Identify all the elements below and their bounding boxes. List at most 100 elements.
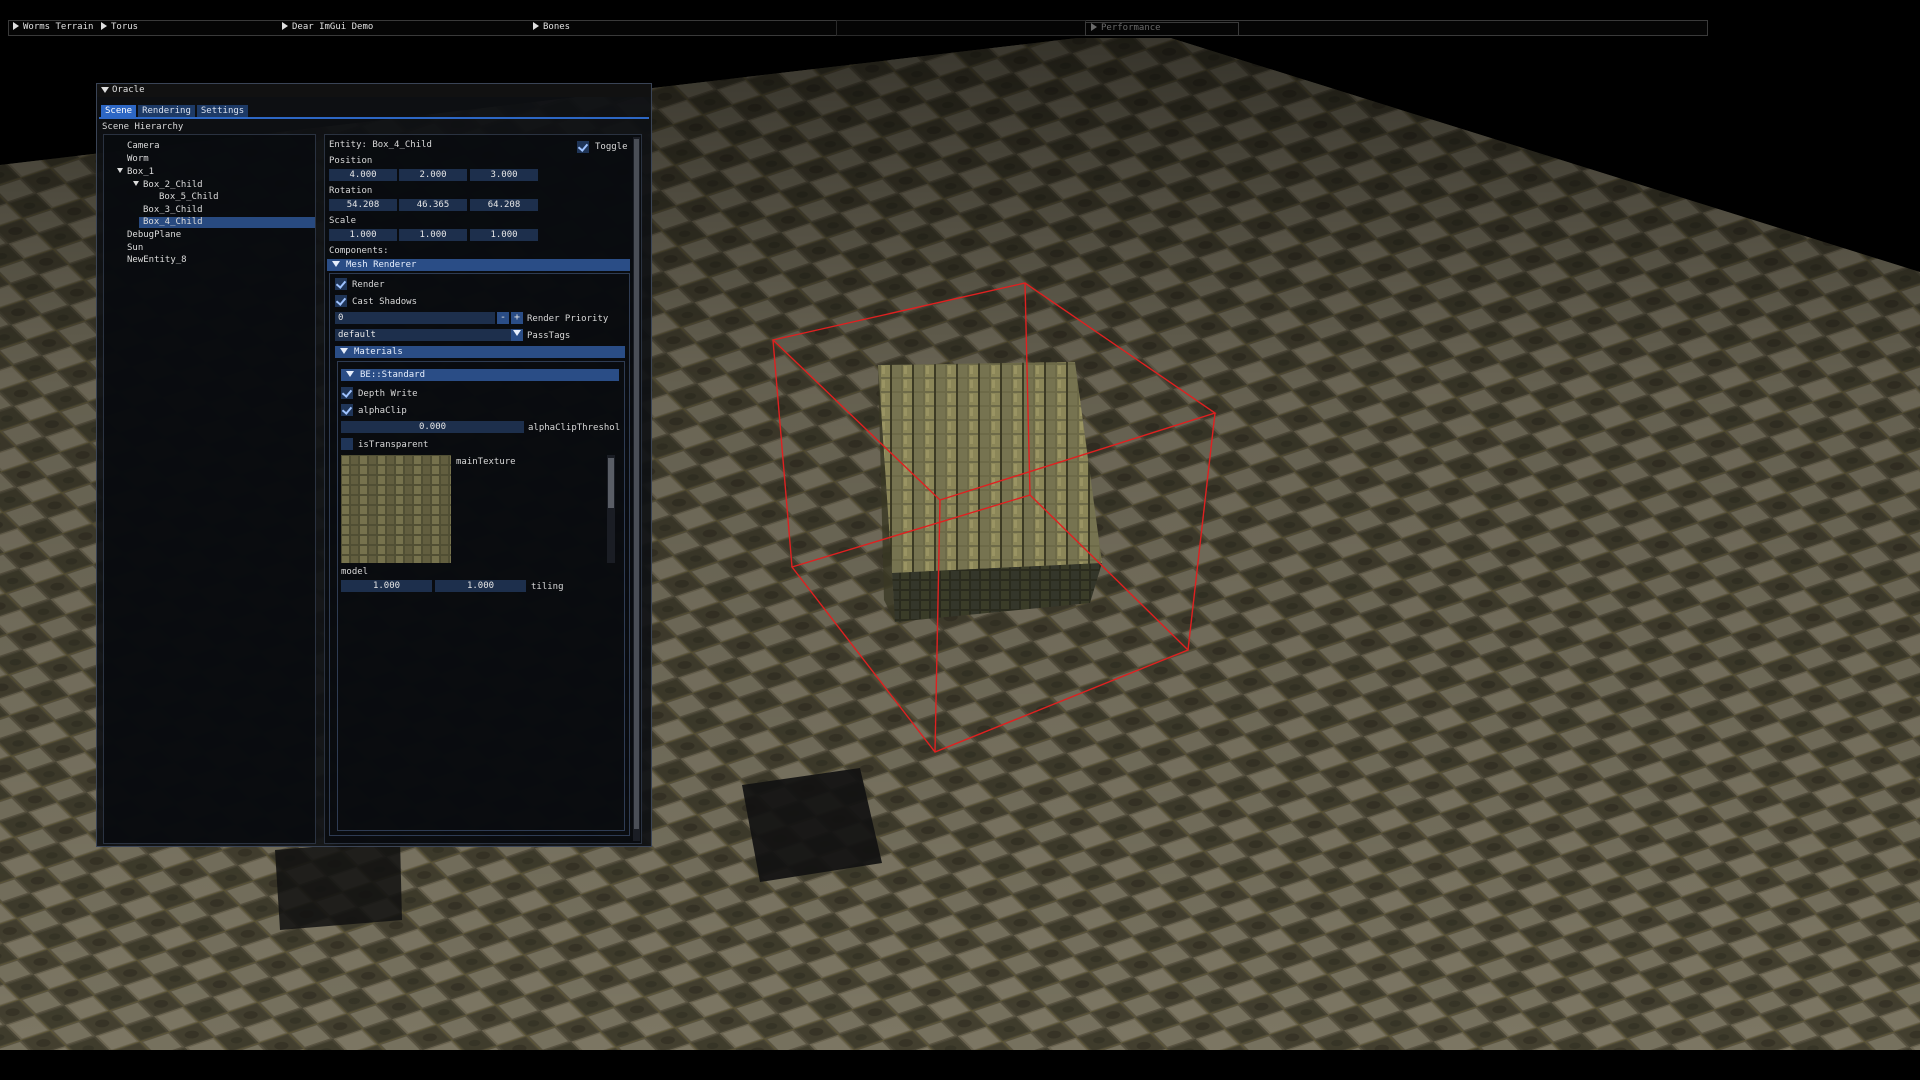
position-y-field[interactable]: 2.000 [399, 169, 467, 181]
window-title: Oracle [112, 85, 145, 95]
scale-z-field[interactable]: 1.000 [470, 229, 538, 241]
hierarchy-item-sun[interactable]: Sun [127, 243, 143, 254]
pass-tags-dropdown-arrow[interactable] [511, 329, 523, 341]
collapse-arrow-icon [340, 348, 348, 354]
components-label: Components: [329, 246, 389, 256]
menu-label: Bones [543, 22, 571, 32]
hierarchy-item-box-1[interactable]: Box_1 [117, 167, 154, 178]
alpha-clip-threshold-field[interactable]: 0.000 [341, 421, 524, 433]
check-icon [341, 404, 353, 415]
toggle-checkbox[interactable] [577, 141, 589, 153]
tiling-x-field[interactable]: 1.000 [341, 580, 432, 592]
material-scrollbar-thumb[interactable] [608, 458, 614, 508]
hierarchy-item-label: Sun [127, 243, 144, 253]
tiling-y-field[interactable]: 1.000 [435, 580, 526, 592]
tab-rendering[interactable]: Rendering [138, 105, 195, 117]
scale-x-field[interactable]: 1.000 [329, 229, 397, 241]
menu-label: Torus [111, 22, 139, 32]
entity-label: Entity: Box_4_Child [329, 140, 432, 150]
material-be-standard-header[interactable]: BE::Standard [341, 369, 619, 381]
expand-arrow-icon [533, 22, 539, 30]
render-priority-label: Render Priority [527, 314, 609, 324]
mesh-renderer-title: Mesh Renderer [346, 260, 417, 270]
rotation-x-field[interactable]: 54.208 [329, 199, 397, 211]
window-title-bar[interactable]: Oracle [97, 84, 651, 97]
hierarchy-item-box-2-child[interactable]: Box_2_Child [133, 180, 203, 191]
check-icon [335, 278, 347, 289]
menu-label: Performance [1101, 23, 1161, 33]
hierarchy-item-camera[interactable]: Camera [127, 141, 160, 152]
hierarchy-item-box-3-child[interactable]: Box_3_Child [143, 205, 203, 216]
is-transparent-checkbox[interactable] [341, 438, 353, 450]
depth-write-label: Depth Write [358, 389, 418, 399]
scale-label: Scale [329, 216, 357, 226]
expand-arrow-icon [13, 22, 19, 30]
menu-label: Dear ImGui Demo [292, 22, 374, 32]
menu-label: Worms Terrain [23, 22, 94, 32]
pass-tags-label: PassTags [527, 331, 571, 341]
scale-y-field[interactable]: 1.000 [399, 229, 467, 241]
menu-bones[interactable]: Bones [529, 20, 833, 34]
hierarchy-item-label: Box_3_Child [143, 205, 203, 215]
collapse-arrow-icon[interactable] [101, 87, 109, 93]
tab-scene[interactable]: Scene [101, 105, 137, 117]
render-priority-decrement-button[interactable]: - [497, 312, 509, 324]
depth-write-checkbox[interactable] [341, 387, 353, 399]
material-scrollbar[interactable] [607, 455, 615, 563]
position-label: Position [329, 156, 373, 166]
hierarchy-item-newentity-8[interactable]: NewEntity_8 [127, 255, 187, 266]
check-icon [577, 141, 589, 152]
cast-shadows-checkbox[interactable] [335, 295, 347, 307]
inspector-scrollbar-thumb[interactable] [634, 139, 639, 829]
rotation-y-field[interactable]: 46.365 [399, 199, 467, 211]
scene-hierarchy-panel[interactable]: Camera Worm Box_1 Box_2_Child Box_5_Chil… [103, 134, 316, 844]
hierarchy-item-debugplane[interactable]: DebugPlane [127, 230, 181, 241]
main-texture-label: mainTexture [456, 457, 516, 467]
position-z-field[interactable]: 3.000 [470, 169, 538, 181]
oracle-window[interactable]: Oracle Scene Rendering Settings Scene Hier… [96, 83, 652, 847]
mesh-renderer-header[interactable]: Mesh Renderer [327, 259, 630, 271]
check-icon [335, 295, 347, 306]
alpha-clip-threshold-label: alphaClipThreshol [528, 423, 621, 433]
rotation-z-field[interactable]: 64.208 [470, 199, 538, 211]
cast-shadows-label: Cast Shadows [352, 297, 418, 307]
hierarchy-item-label: Camera [127, 141, 160, 151]
menu-dear-imgui-demo[interactable]: Dear ImGui Demo [278, 20, 532, 34]
hierarchy-item-box-4-child[interactable]: Box_4_Child [143, 217, 203, 228]
menu-performance[interactable]: Performance [1087, 22, 1239, 34]
inspector-panel[interactable]: Entity: Box_4_Child Toggle Position 4.00… [324, 134, 642, 844]
tab-bar: Scene Rendering Settings [101, 105, 250, 117]
is-transparent-label: isTransparent [358, 440, 429, 450]
main-texture-thumbnail[interactable] [341, 455, 451, 563]
inspector-scrollbar[interactable] [633, 137, 640, 841]
render-checkbox[interactable] [335, 278, 347, 290]
render-priority-input[interactable]: 0 [335, 312, 495, 324]
render-priority-increment-button[interactable]: + [511, 312, 523, 324]
menu-worms-terrain[interactable]: Worms Terrain [9, 20, 101, 34]
hierarchy-item-label: Box_1 [127, 167, 155, 177]
materials-header[interactable]: Materials [335, 346, 625, 358]
top-menu-bar: Worms Terrain Torus Dear ImGui Demo Bone… [0, 0, 1920, 38]
model-label: model [341, 567, 369, 577]
tab-settings[interactable]: Settings [196, 105, 249, 117]
render-label: Render [352, 280, 385, 290]
hierarchy-item-worm[interactable]: Worm [127, 154, 149, 165]
tree-open-arrow-icon[interactable] [133, 181, 139, 186]
alpha-clip-checkbox[interactable] [341, 404, 353, 416]
hierarchy-item-box-5-child[interactable]: Box_5_Child [159, 192, 219, 203]
alpha-clip-label: alphaClip [358, 406, 407, 416]
tree-open-arrow-icon[interactable] [117, 168, 123, 173]
hierarchy-item-label: Box_2_Child [143, 180, 203, 190]
position-x-field[interactable]: 4.000 [329, 169, 397, 181]
menu-torus[interactable]: Torus [97, 20, 281, 34]
check-icon [341, 387, 353, 398]
pass-tags-dropdown[interactable]: default [335, 329, 523, 341]
collapse-arrow-icon [332, 261, 340, 267]
collapse-arrow-icon [346, 371, 354, 377]
scene-hierarchy-label: Scene Hierarchy [102, 122, 184, 132]
hierarchy-item-label: NewEntity_8 [127, 255, 187, 265]
hierarchy-item-label: Worm [127, 154, 149, 164]
tiling-label: tiling [531, 582, 564, 592]
chevron-down-icon [513, 330, 521, 336]
toggle-label: Toggle [595, 142, 628, 152]
